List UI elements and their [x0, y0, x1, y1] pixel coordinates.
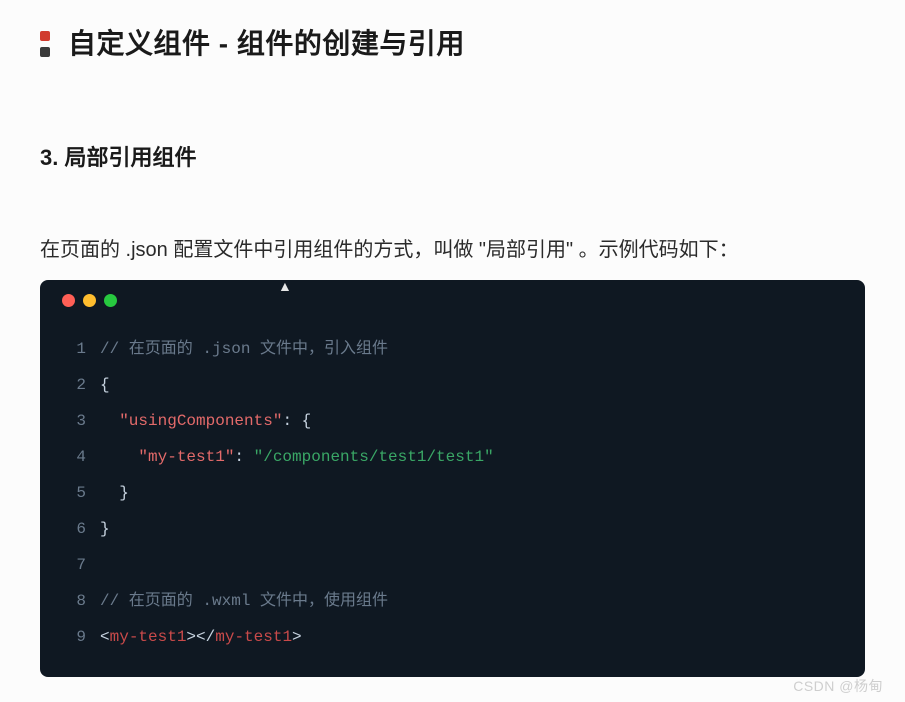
- code-line: 5 }: [58, 475, 847, 511]
- code-token: {: [100, 376, 110, 394]
- code-token: "my-test1": [138, 448, 234, 466]
- line-number: 1: [58, 331, 86, 367]
- code-token: // 在页面的 .wxml 文件中，使用组件: [100, 592, 388, 610]
- line-number: 5: [58, 475, 86, 511]
- code-content: 1// 在页面的 .json 文件中，引入组件2{3 "usingCompone…: [58, 331, 847, 655]
- page-title: 自定义组件 - 组件的创建与引用: [68, 22, 465, 62]
- line-content: <my-test1></my-test1>: [100, 619, 302, 655]
- title-row: 自定义组件 - 组件的创建与引用: [40, 22, 865, 62]
- code-token: my-test1: [215, 628, 292, 646]
- line-number: 2: [58, 367, 86, 403]
- code-token: my-test1: [110, 628, 187, 646]
- body-paragraph: 在页面的 .json 配置文件中引用组件的方式，叫做 "局部引用" 。示例代码如…: [40, 234, 865, 266]
- title-bullet-group: [40, 31, 50, 57]
- line-content: "my-test1": "/components/test1/test1": [100, 439, 494, 475]
- line-content: // 在页面的 .wxml 文件中，使用组件: [100, 583, 388, 619]
- line-content: }: [100, 511, 110, 547]
- code-line: 9<my-test1></my-test1>: [58, 619, 847, 655]
- code-line: 6}: [58, 511, 847, 547]
- code-token: "usingComponents": [119, 412, 282, 430]
- code-token: : {: [282, 412, 311, 430]
- line-content: {: [100, 367, 110, 403]
- line-number: 3: [58, 403, 86, 439]
- close-icon: [62, 294, 75, 307]
- code-token: "/components/test1/test1": [254, 448, 494, 466]
- code-line: 8 // 在页面的 .wxml 文件中，使用组件: [58, 583, 847, 619]
- code-block: 1// 在页面的 .json 文件中，引入组件2{3 "usingCompone…: [40, 280, 865, 677]
- line-number: 8: [58, 583, 86, 619]
- line-content: "usingComponents": {: [100, 403, 311, 439]
- code-token: [100, 448, 138, 466]
- bullet-icon: [40, 31, 50, 41]
- code-token: <: [100, 628, 110, 646]
- code-line: 1 // 在页面的 .json 文件中，引入组件: [58, 331, 847, 367]
- code-token: // 在页面的 .json 文件中，引入组件: [100, 340, 388, 358]
- line-content: }: [100, 475, 129, 511]
- section-heading: 3. 局部引用组件: [40, 140, 865, 172]
- minimize-icon: [83, 294, 96, 307]
- code-token: >: [292, 628, 302, 646]
- code-token: :: [234, 448, 253, 466]
- line-content: // 在页面的 .json 文件中，引入组件: [100, 331, 388, 367]
- traffic-lights: [58, 294, 847, 307]
- line-number: 6: [58, 511, 86, 547]
- code-token: }: [100, 520, 110, 538]
- code-token: ></: [186, 628, 215, 646]
- code-line: 3 "usingComponents": {: [58, 403, 847, 439]
- bullet-icon: [40, 47, 50, 57]
- line-number: 9: [58, 619, 86, 655]
- line-number: 4: [58, 439, 86, 475]
- maximize-icon: [104, 294, 117, 307]
- code-line: 4 "my-test1": "/components/test1/test1": [58, 439, 847, 475]
- watermark: CSDN @杨甸: [793, 676, 883, 696]
- line-number: 7: [58, 547, 86, 583]
- code-token: [100, 412, 119, 430]
- code-line: 7: [58, 547, 847, 583]
- code-line: 2{: [58, 367, 847, 403]
- code-token: }: [100, 484, 129, 502]
